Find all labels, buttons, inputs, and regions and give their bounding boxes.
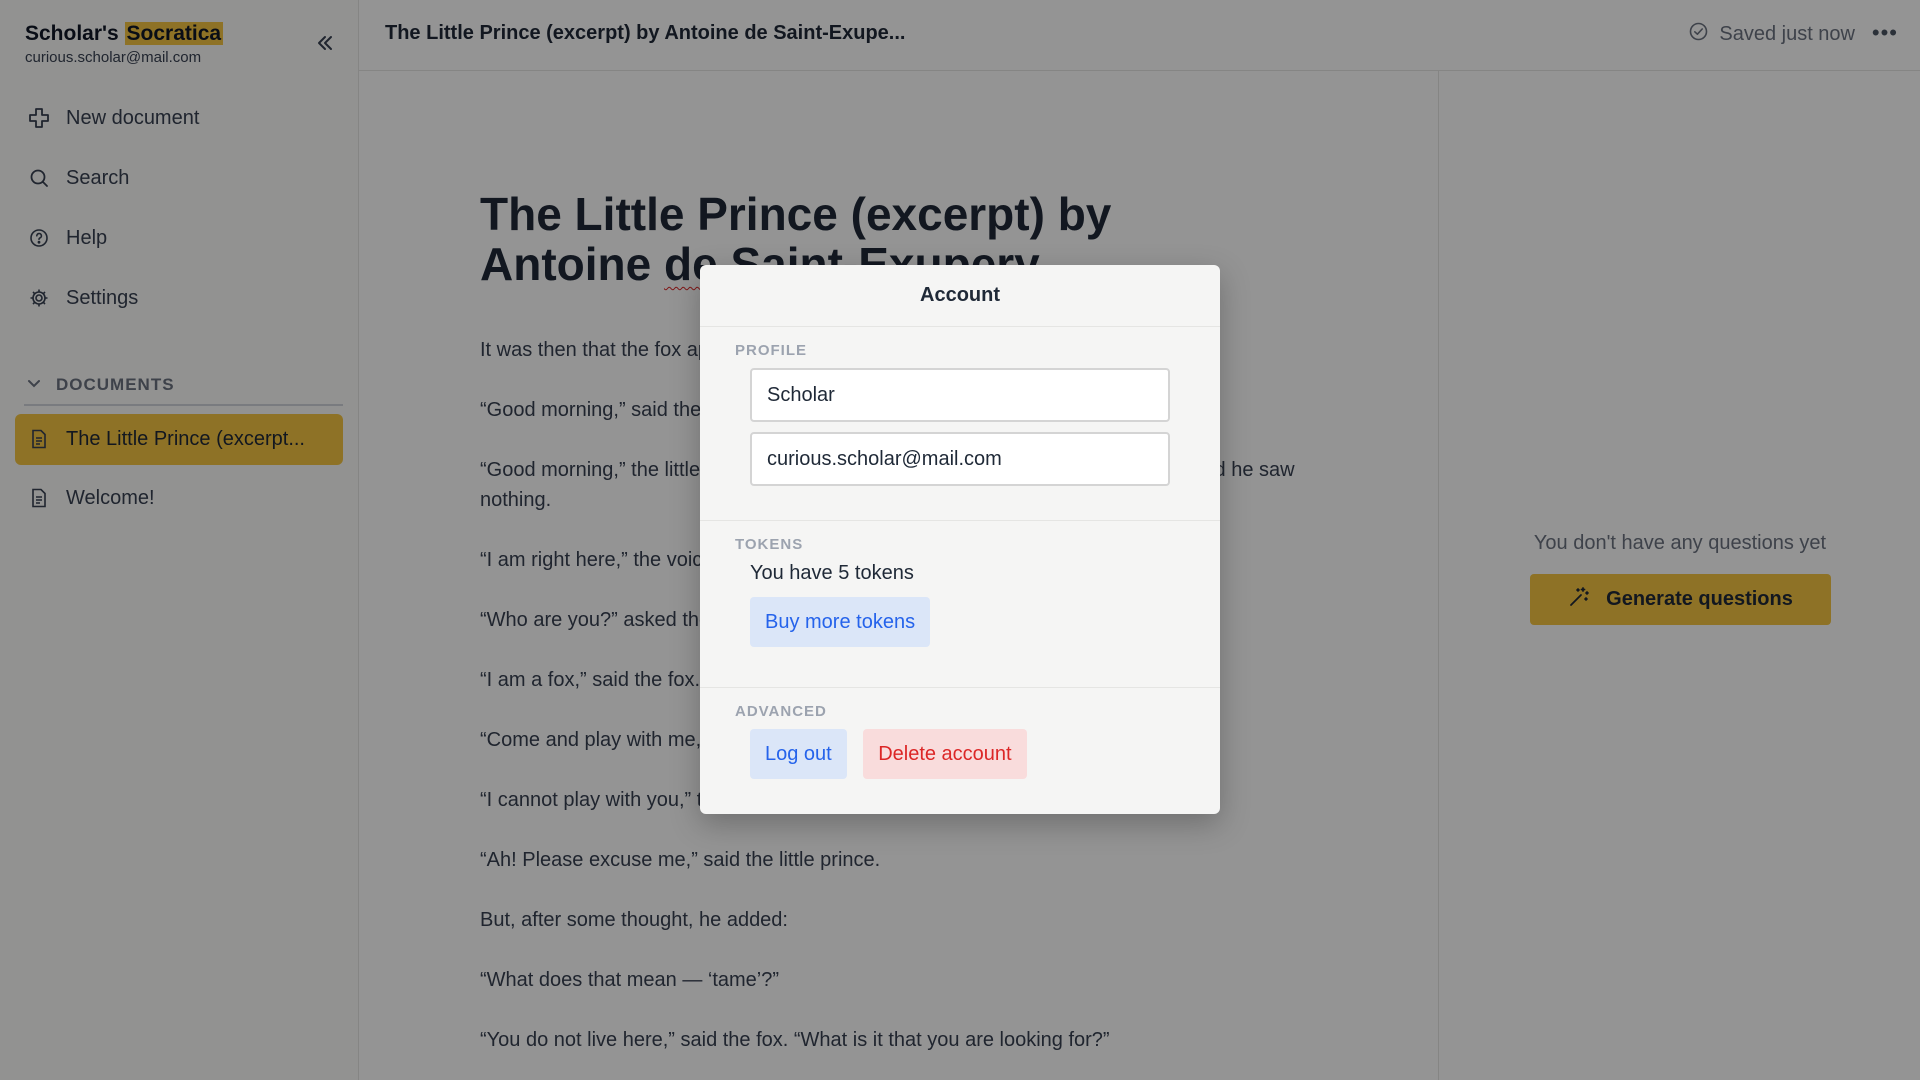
- modal-title: Account: [700, 265, 1220, 327]
- name-field[interactable]: [750, 368, 1170, 422]
- account-modal: Account PROFILE TOKENS You have 5 tokens…: [700, 265, 1220, 814]
- profile-section-label: PROFILE: [735, 342, 808, 359]
- tokens-section-label: TOKENS: [735, 536, 804, 553]
- delete-account-button[interactable]: Delete account: [863, 729, 1027, 779]
- email-field[interactable]: [750, 432, 1170, 486]
- tokens-section: TOKENS You have 5 tokens Buy more tokens: [700, 521, 1220, 688]
- buy-tokens-button[interactable]: Buy more tokens: [750, 597, 931, 647]
- log-out-button[interactable]: Log out: [750, 729, 847, 779]
- tokens-count-text: You have 5 tokens: [750, 562, 914, 584]
- advanced-section-label: ADVANCED: [735, 703, 827, 720]
- profile-section: PROFILE: [700, 327, 1220, 521]
- advanced-section: ADVANCED Log out Delete account: [700, 688, 1220, 779]
